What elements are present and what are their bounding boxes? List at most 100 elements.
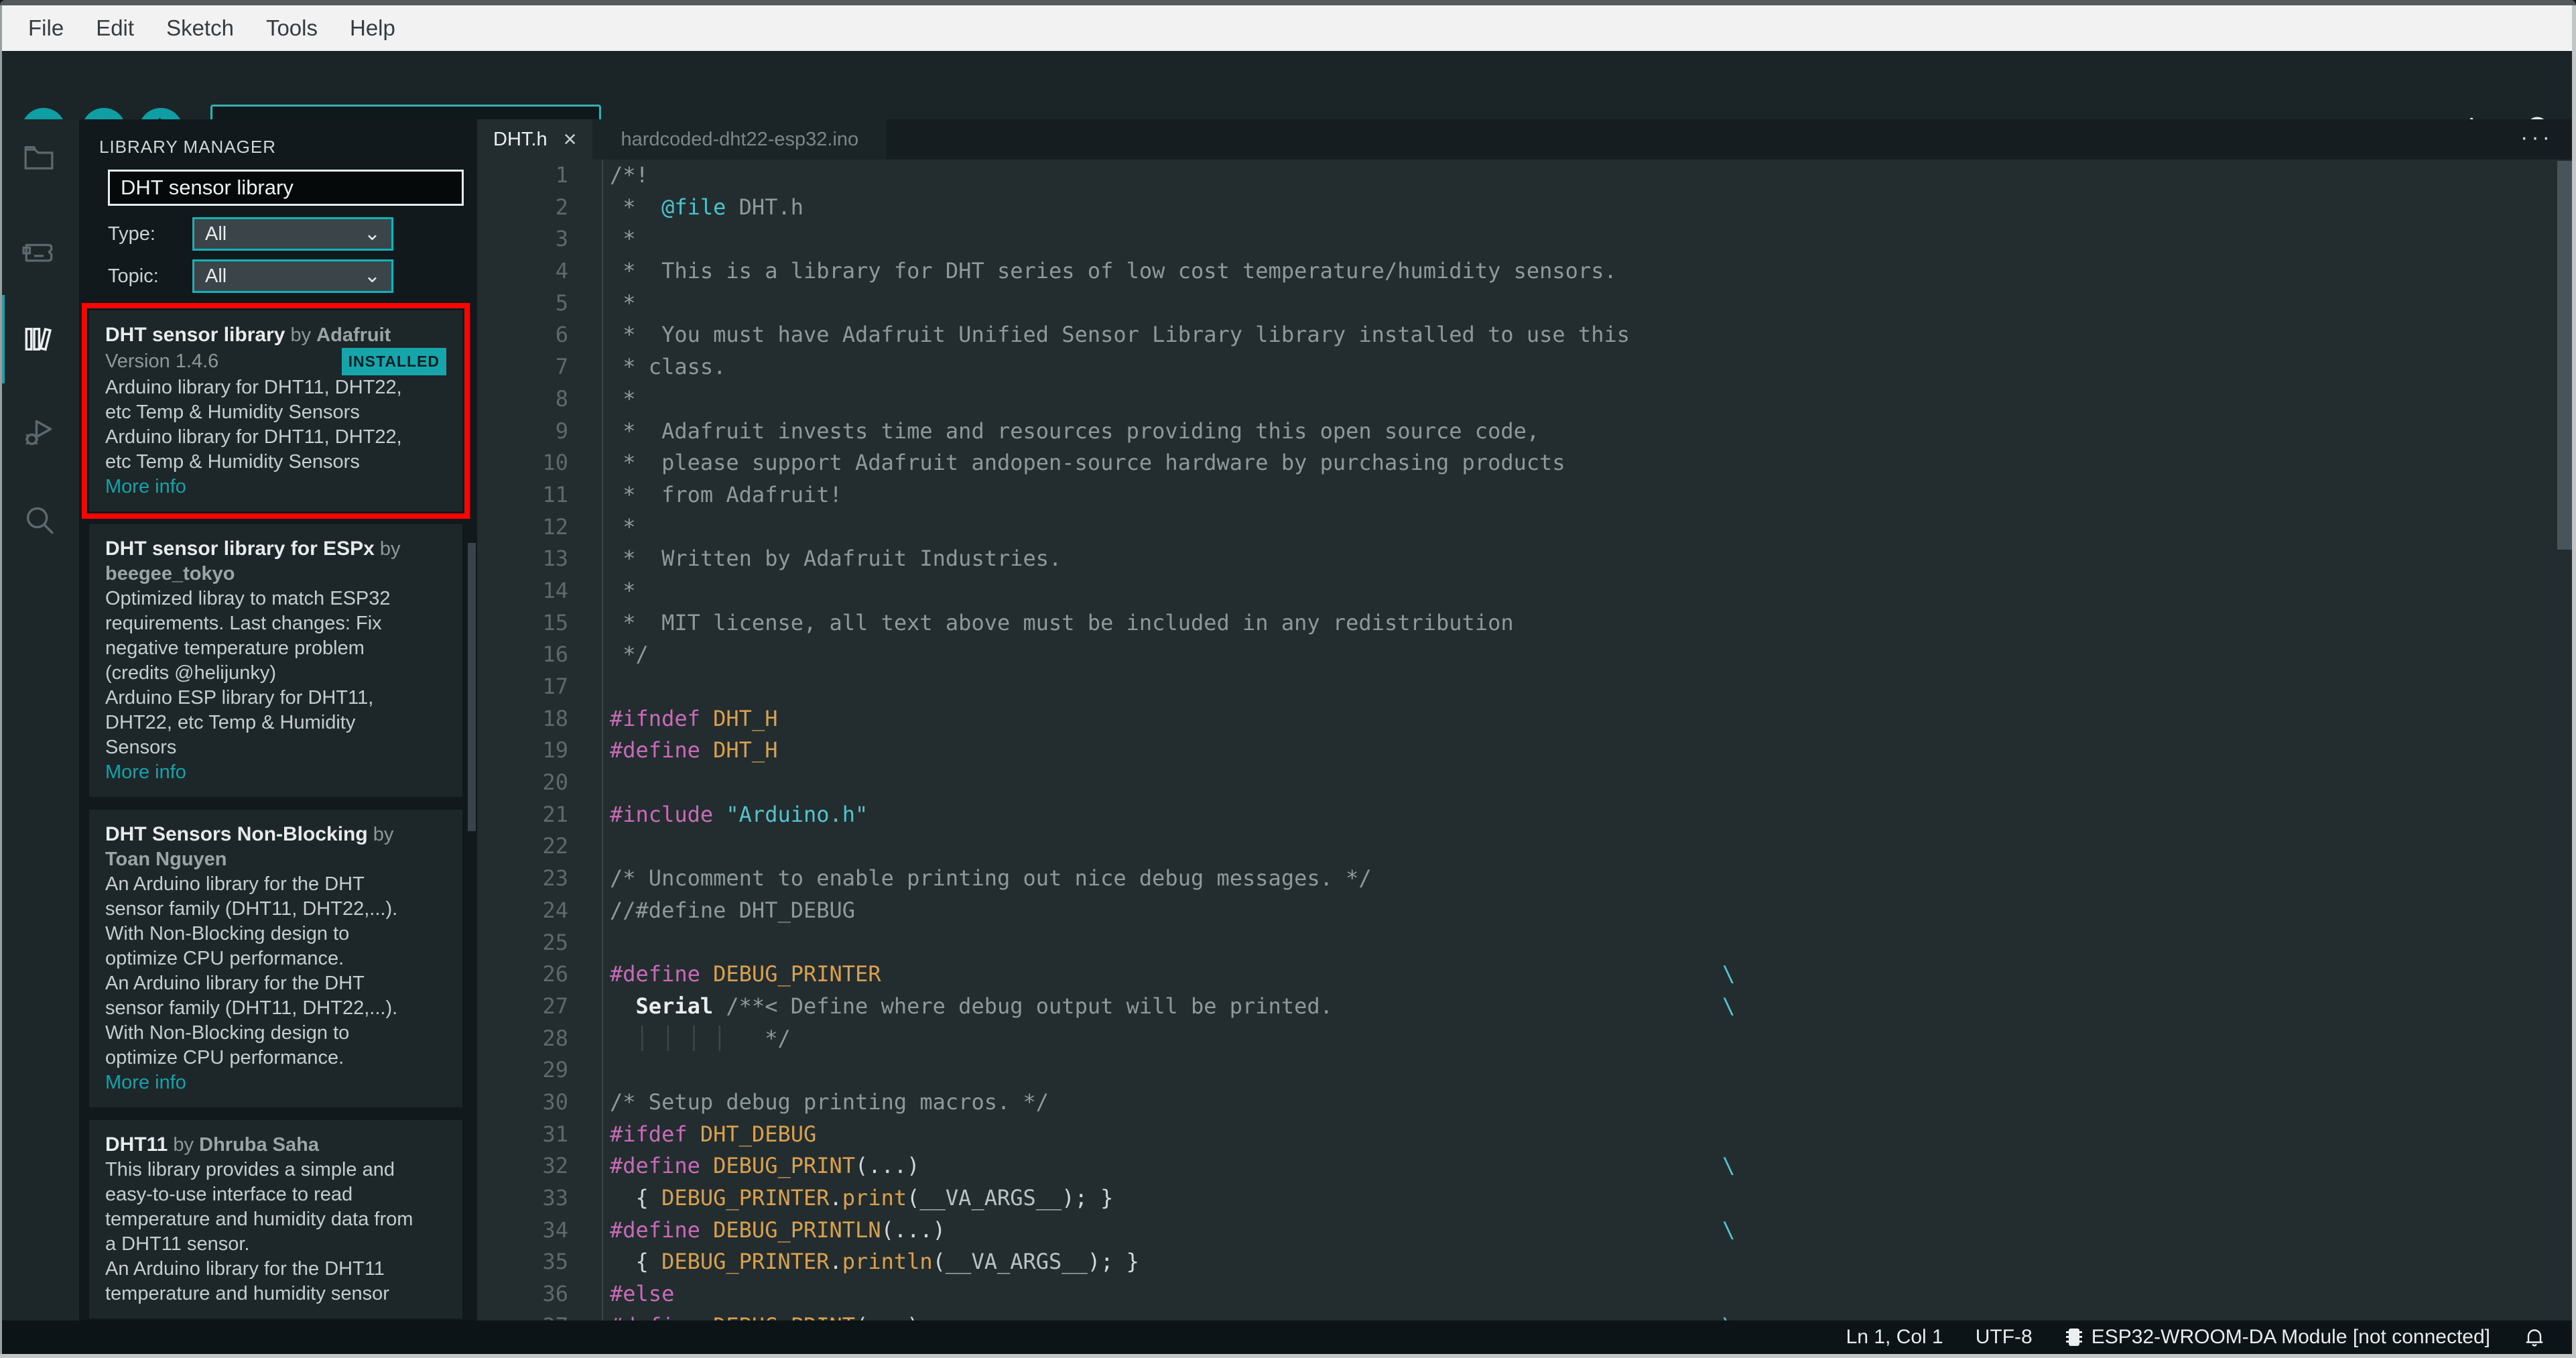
editor-area: DHT.h × hardcoded-dht22-esp32.ino ··· 1 /*! 2… <box>477 119 2576 1320</box>
menu-item-edit[interactable]: Edit <box>80 10 150 46</box>
library-entry-name: DHT Sensors Non-Blocking <box>105 823 368 845</box>
code-line: 32 #define DEBUG_PRINT(...) \ <box>477 1150 2576 1182</box>
code-text: /* Setup debug printing macros. */ <box>610 1089 1049 1115</box>
editor-scrollbar[interactable] <box>2557 161 2572 550</box>
editor-tab-dht-h[interactable]: DHT.h × <box>477 119 593 160</box>
chevron-down-icon: ⌄ <box>363 223 381 245</box>
line-number: 30 <box>542 1089 568 1115</box>
code-line: 33 { DEBUG_PRINTER.print(__VA_ARGS__); } <box>477 1182 2576 1215</box>
code-line: 30 /* Setup debug printing macros. */ <box>477 1087 2576 1119</box>
notifications-bell-icon[interactable] <box>2522 1324 2547 1350</box>
library-entry[interactable]: DHT sensor library by Adafruit Version 1.… <box>82 303 470 519</box>
line-number: 36 <box>542 1281 568 1307</box>
menu-item-tools[interactable]: Tools <box>250 10 334 46</box>
board-status[interactable]: ESP32-WROOM-DA Module [not connected] <box>2065 1326 2490 1349</box>
library-entry-description-line: temperature and humidity data from <box>105 1209 413 1230</box>
code-text: Serial /**< Define where debug output wi… <box>610 991 1736 1023</box>
code-text: #define DHT_H <box>610 737 778 763</box>
line-number: 23 <box>542 865 568 891</box>
close-icon[interactable]: × <box>564 128 577 151</box>
menu-item-help[interactable]: Help <box>334 10 411 46</box>
type-select[interactable]: All ⌄ <box>192 217 393 251</box>
installed-badge: INSTALLED <box>341 348 446 375</box>
panel-scrollbar[interactable] <box>468 543 476 831</box>
menu-item-file[interactable]: File <box>12 10 80 46</box>
library-entry-description-line: requirements. Last changes: Fix <box>105 613 382 634</box>
board-icon <box>22 243 53 262</box>
code-line: 10 * please support Adafruit andopen-sou… <box>477 447 2576 479</box>
code-line: 37 #define DEBUG_PRINT(...)\ <box>477 1310 2576 1320</box>
line-number: 3 <box>555 226 568 252</box>
library-entry-author: Adafruit <box>316 324 391 346</box>
line-number: 18 <box>542 705 568 731</box>
line-number: 21 <box>542 801 568 827</box>
library-entry-version: Version 1.4.6 <box>105 351 219 372</box>
cursor-position[interactable]: Ln 1, Col 1 <box>1846 1326 1943 1349</box>
library-entry-description-line: Arduino library for DHT11, DHT22, <box>105 426 402 448</box>
code-line: 17 <box>477 671 2576 703</box>
library-entry-header: DHT sensor library by Adafruit <box>105 322 446 348</box>
more-info-link[interactable]: More info <box>105 1070 446 1095</box>
line-number: 7 <box>555 354 568 380</box>
line-number: 31 <box>542 1121 568 1147</box>
code-line: 6 * You must have Adafruit Unified Senso… <box>477 319 2576 351</box>
code-text: * class. <box>610 354 726 380</box>
library-entry-description-line: An Arduino library for the DHT11 <box>105 1258 385 1280</box>
line-number: 1 <box>555 162 568 188</box>
line-continuation: \ <box>1722 1217 1736 1243</box>
library-entry[interactable]: DHT11 by Dhruba Saha This library provide… <box>89 1120 462 1318</box>
line-number: 15 <box>542 609 568 635</box>
library-entry-description-line: optimize CPU performance. <box>105 1047 344 1068</box>
topic-select[interactable]: All ⌄ <box>192 259 393 293</box>
board-status-text: ESP32-WROOM-DA Module [not connected] <box>2091 1326 2490 1348</box>
sidebar-item-debug[interactable] <box>20 414 58 452</box>
library-results-list: DHT sensor library by Adafruit Version 1.… <box>79 303 477 1318</box>
editor-tab-hardcoded-dht22-esp32-ino[interactable]: hardcoded-dht22-esp32.ino <box>592 119 887 160</box>
folder-icon <box>24 146 54 170</box>
code-line: 16 */ <box>477 639 2576 671</box>
sidebar-item-library-manager[interactable] <box>20 320 58 358</box>
library-entry-description-line: etc Temp & Humidity Sensors <box>105 451 360 473</box>
code-text: */ <box>610 641 649 668</box>
sidebar-item-boards-manager[interactable] <box>20 233 58 271</box>
library-search-input[interactable] <box>108 170 464 206</box>
line-number: 5 <box>555 290 568 316</box>
library-entry-description-line: Arduino library for DHT11, DHT22, <box>105 377 402 398</box>
line-continuation: \ <box>1722 993 1736 1019</box>
library-entry-name: DHT sensor library <box>105 324 285 346</box>
line-number: 13 <box>542 546 568 572</box>
line-continuation: \ <box>1722 961 1736 987</box>
code-line: 14 * <box>477 575 2576 607</box>
library-entry-description-line: With Non-Blocking design to <box>105 1022 350 1044</box>
code-text: * please support Adafruit andopen-source… <box>610 450 1565 476</box>
line-continuation: \ <box>1722 1310 1735 1320</box>
code-text: { DEBUG_PRINTER.println(__VA_ARGS__); } <box>610 1249 1139 1275</box>
menu-item-sketch[interactable]: Sketch <box>150 10 250 46</box>
library-entry-header: DHT sensor library for ESPx by beegee_to… <box>105 536 446 587</box>
sidebar-item-sketchbook[interactable] <box>20 139 58 177</box>
code-text: /* Uncomment to enable printing out nice… <box>610 865 1372 891</box>
line-number: 4 <box>555 258 568 284</box>
code-text: #include "Arduino.h" <box>610 801 868 827</box>
code-line: 19 #define DHT_H <box>477 735 2576 767</box>
tab-label: hardcoded-dht22-esp32.ino <box>621 128 859 150</box>
topic-label: Topic: <box>108 265 159 287</box>
library-entry-description-line: With Non-Blocking design to <box>105 923 350 944</box>
library-entry[interactable]: DHT sensor library for ESPx by beegee_to… <box>89 524 462 797</box>
type-label: Type: <box>108 223 155 245</box>
more-actions-icon[interactable]: ··· <box>2520 125 2553 151</box>
line-number: 20 <box>542 769 568 796</box>
editor-tab-bar: DHT.h × hardcoded-dht22-esp32.ino ··· <box>477 119 2576 160</box>
more-info-link[interactable]: More info <box>105 760 446 785</box>
line-number: 28 <box>542 1025 568 1051</box>
library-entry[interactable]: DHT Sensors Non-Blocking by Toan Nguyen A… <box>89 810 462 1107</box>
code-line: 34 #define DEBUG_PRINTLN(...) \ <box>477 1215 2576 1247</box>
library-entry-by-label: by <box>374 538 401 560</box>
code-editor[interactable]: 1/*! 2 * @file DHT.h 3 * 4 * This is a libr… <box>477 160 2576 1320</box>
more-info-link[interactable]: More info <box>105 475 446 499</box>
code-text: #ifdef DHT_DEBUG <box>610 1121 817 1147</box>
sidebar-item-search[interactable] <box>20 501 58 539</box>
code-line: 11 * from Adafruit! <box>477 479 2576 511</box>
library-entry-description-line: sensor family (DHT11, DHT22,...). <box>105 898 398 920</box>
encoding[interactable]: UTF-8 <box>1976 1326 2033 1349</box>
